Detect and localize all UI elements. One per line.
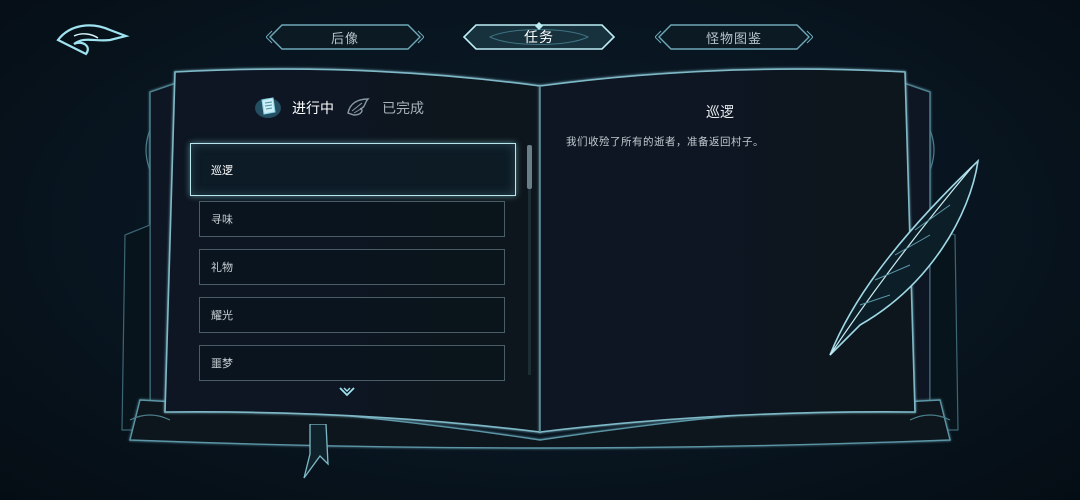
tab-completed[interactable]: 已完成	[344, 95, 424, 121]
tab-bestiary[interactable]: 怪物图鉴	[655, 22, 813, 52]
quest-item-label: 耀光	[211, 309, 233, 322]
wing-icon	[347, 98, 370, 116]
quest-item-gift[interactable]: 礼物	[199, 249, 505, 285]
bookmark-ribbon-icon	[303, 424, 329, 479]
tab-afterimage-label: 后像	[330, 31, 359, 47]
scroll-down-icon[interactable]	[338, 384, 356, 398]
tab-in-progress-label: 进行中	[292, 101, 334, 117]
quest-detail-description: 我们收殓了所有的逝者，准备返回村子。	[566, 136, 764, 148]
quest-status-tabs: 进行中 已完成	[254, 94, 424, 122]
quest-item-label: 寻味	[211, 213, 233, 226]
tab-in-progress[interactable]: 进行中	[254, 95, 334, 121]
tab-quests-label: 任务	[524, 30, 554, 46]
tab-afterimage[interactable]: 后像	[266, 22, 424, 52]
quest-item-patrol[interactable]: 巡逻	[190, 143, 516, 196]
tab-quests[interactable]: 任务	[460, 22, 618, 52]
quest-detail-title: 巡逻	[706, 105, 734, 121]
quest-item-label: 巡逻	[211, 163, 233, 177]
quill-feather-icon	[829, 158, 980, 356]
quest-item-radiance[interactable]: 耀光	[199, 297, 505, 333]
quest-item-nightmare[interactable]: 噩梦	[199, 345, 505, 381]
quest-item-seek-taste[interactable]: 寻味	[199, 201, 505, 237]
quest-list: 巡逻 寻味 礼物 耀光 噩梦	[190, 143, 530, 393]
scroll-icon	[255, 97, 281, 118]
quest-item-label: 噩梦	[211, 357, 233, 370]
game-logo-icon	[56, 24, 130, 56]
scrollbar-thumb[interactable]	[527, 145, 532, 189]
tab-bestiary-label: 怪物图鉴	[705, 31, 762, 47]
tab-completed-label: 已完成	[382, 101, 424, 117]
quest-item-label: 礼物	[211, 261, 233, 274]
